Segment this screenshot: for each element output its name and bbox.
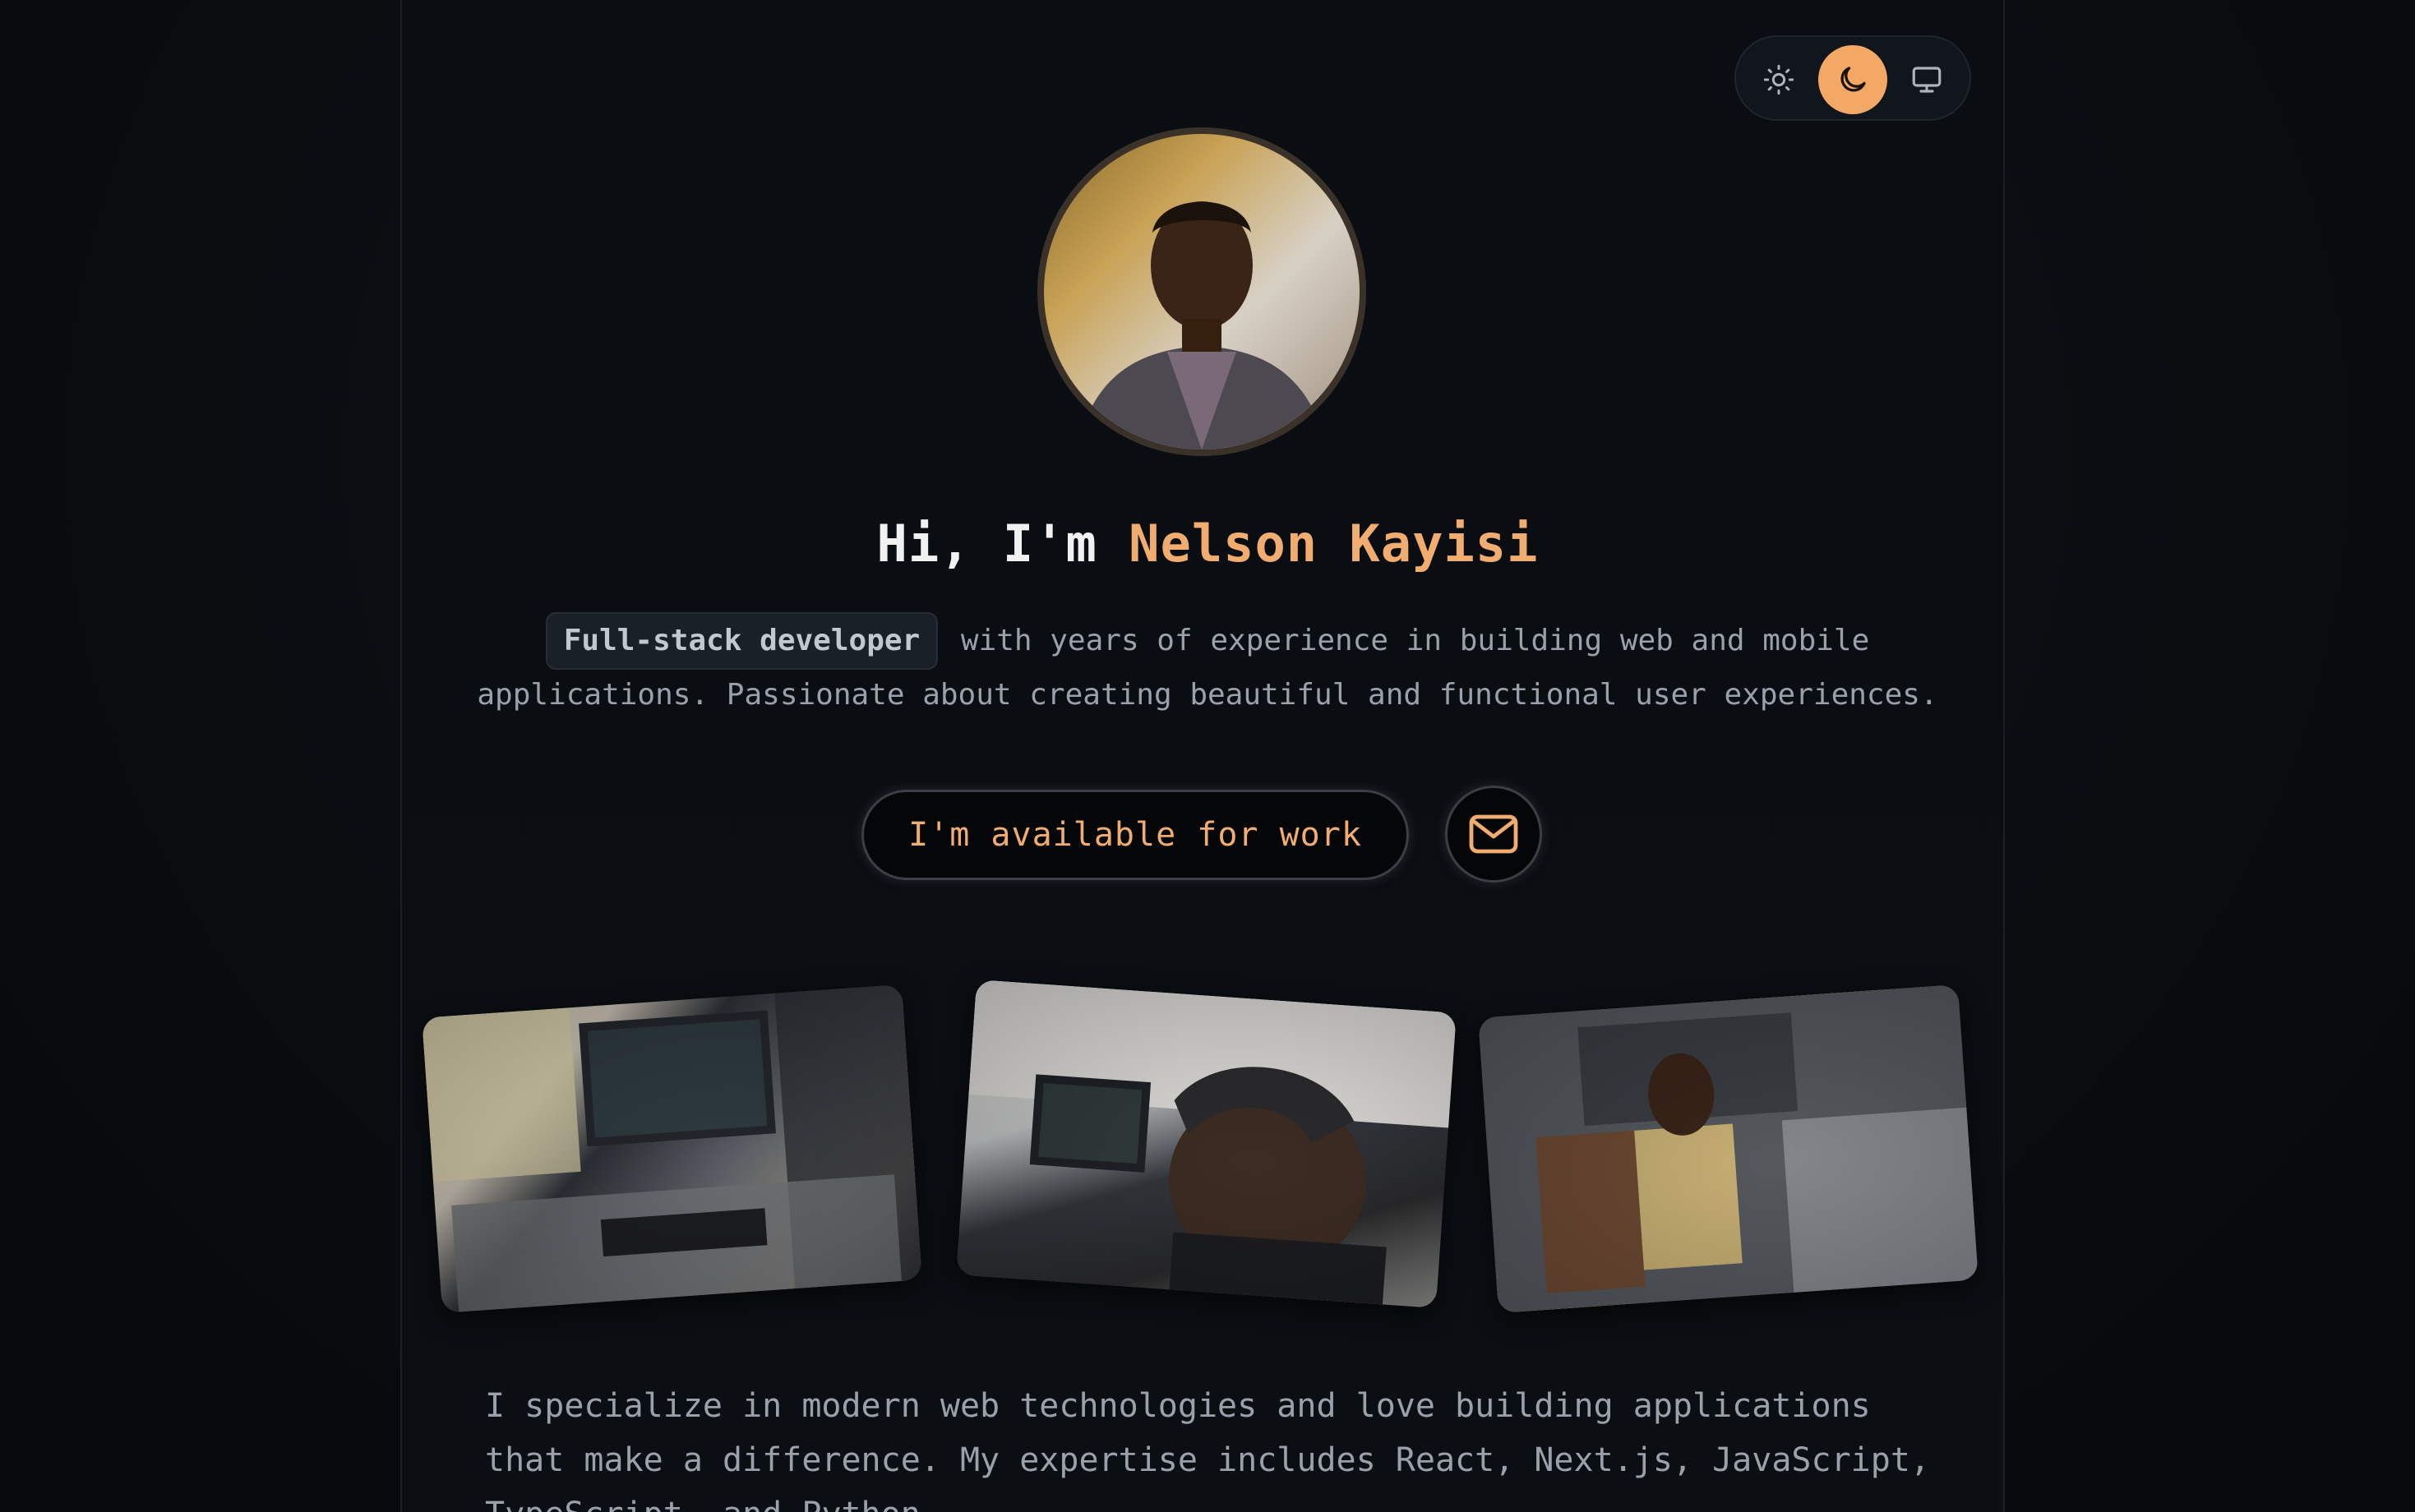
role-badge: Full-stack developer [545, 612, 939, 670]
bio-paragraph: I specialize in modern web technologies … [485, 1387, 1930, 1512]
sun-icon [1763, 64, 1794, 95]
workspace-photo-1 [422, 984, 922, 1313]
profile-avatar [1037, 127, 1366, 456]
mail-icon [1469, 814, 1518, 854]
intro-paragraph: Full-stack developer with years of exper… [460, 612, 1955, 721]
moon-icon [1840, 67, 1866, 92]
hero-heading: Hi, I'm Nelson Kayisi [0, 514, 2415, 574]
monitor-icon [1912, 67, 1942, 93]
available-for-work-button[interactable]: I'm available for work [861, 790, 1409, 880]
theme-switcher [1734, 35, 1971, 121]
available-for-work-label: I'm available for work [908, 816, 1362, 854]
theme-light-button[interactable] [1744, 45, 1813, 114]
avatar-portrait [1077, 201, 1327, 449]
theme-system-button[interactable] [1892, 45, 1961, 114]
hero-name: Nelson Kayisi [1129, 514, 1539, 574]
email-button[interactable] [1445, 786, 1542, 883]
workspace-photo-2 [956, 980, 1457, 1308]
workspace-photo-3 [1478, 984, 1979, 1313]
theme-dark-button[interactable] [1818, 45, 1887, 114]
greeting-prefix: Hi, I'm [876, 514, 1129, 574]
